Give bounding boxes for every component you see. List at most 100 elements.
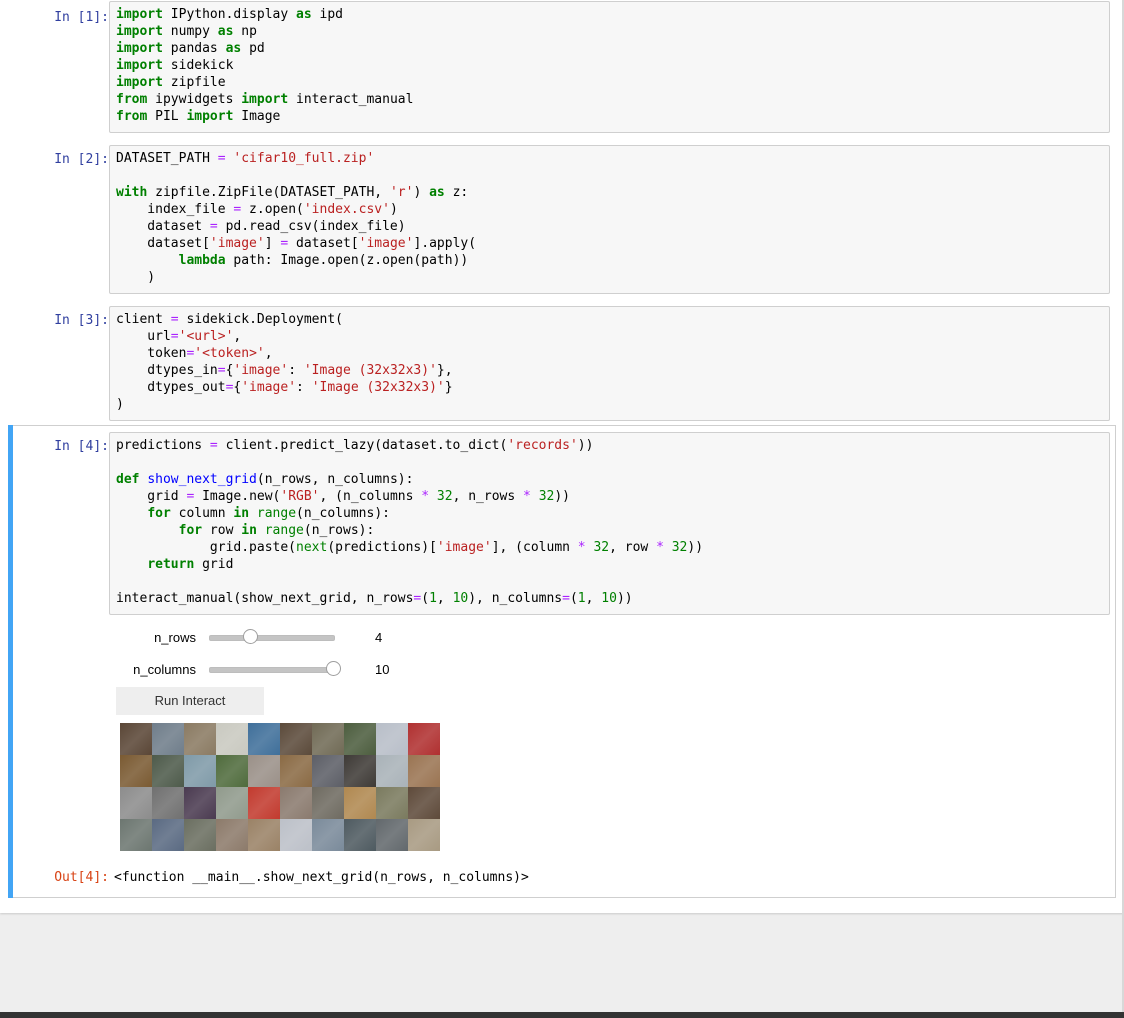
code-token: 'image' [241,380,297,395]
code-editor[interactable]: DATASET_PATH = 'cifar10_full.zip' with z… [109,145,1110,294]
image-tile [312,819,344,851]
image-tile [248,787,280,819]
code-text: DATASET_PATH = 'cifar10_full.zip' with z… [116,151,477,285]
code-token: 'image' [233,363,289,378]
run-interact-button[interactable]: Run Interact [116,687,264,715]
code-text: predictions = client.predict_lazy(datase… [116,438,704,606]
image-tile [216,755,248,787]
image-tile [376,819,408,851]
code-editor[interactable]: import IPython.display as ipd import num… [109,1,1110,133]
image-tile [408,723,440,755]
n-rows-slider-handle[interactable] [243,629,259,644]
image-tile [216,723,248,755]
n-rows-label: n_rows [154,630,196,645]
n-rows-slider-track[interactable] [209,635,335,641]
code-token: * [656,540,664,555]
code-cell-4[interactable]: In [4]: predictions = client.predict_laz… [8,425,1116,898]
code-token: def [116,472,140,487]
image-tile [280,755,312,787]
image-tile [184,787,216,819]
image-tile [280,723,312,755]
prediction-image-grid [120,723,440,851]
input-prompt: In [1]: [54,10,109,25]
code-token: 1 [429,591,437,606]
image-tile [408,819,440,851]
input-prompt: In [4]: [54,439,109,454]
code-token: = [170,329,179,344]
image-tile [280,819,312,851]
code-token: = [280,236,289,251]
image-tile [216,787,248,819]
code-text: import IPython.display as ipd import num… [116,7,414,124]
taskbar [0,1012,1124,1018]
code-token: 'image' [358,236,414,251]
code-token: 10 [601,591,617,606]
code-editor[interactable]: predictions = client.predict_lazy(datase… [109,432,1110,615]
n-columns-value: 10 [375,662,390,677]
code-token: from [116,92,148,107]
notebook: In [1]: import IPython.display as ipd im… [0,0,1124,913]
code-token: '<url>' [178,329,234,344]
code-token: show_next_grid [147,472,257,487]
image-tile [376,787,408,819]
image-tile [344,819,376,851]
code-token: range [264,523,304,538]
image-tile [120,755,152,787]
image-tile [344,787,376,819]
image-tile [152,723,184,755]
code-token: import [241,92,289,107]
image-tile [120,819,152,851]
code-token: import [116,75,163,90]
code-token: 32 [593,540,610,555]
image-tile [184,723,216,755]
code-token: 'RGB' [280,489,320,504]
n-rows-value: 4 [375,630,383,645]
code-token: = [225,380,234,395]
code-token: = [170,312,179,327]
image-tile [248,819,280,851]
n-columns-slider-handle[interactable] [326,661,341,676]
code-token: 'image' [209,236,265,251]
code-token: lambda [178,253,226,268]
code-token: = [413,591,422,606]
code-token: * [523,489,531,504]
n-columns-slider-track[interactable] [209,667,335,673]
input-prompt: In [3]: [54,313,109,328]
n-rows-slider-row: n_rows 4 [109,626,509,650]
code-token: as [225,41,242,56]
image-tile [152,787,184,819]
image-tile [312,787,344,819]
code-token: as [429,185,445,200]
code-token: with [116,185,148,200]
code-text: client = sidekick.Deployment( url='<url>… [116,312,453,412]
image-tile [344,723,376,755]
code-cell-1[interactable]: In [1]: import IPython.display as ipd im… [8,0,1116,133]
code-token: as [296,7,312,22]
code-token: import [116,41,163,56]
image-tile [152,819,184,851]
image-tile [120,723,152,755]
code-token: = [562,591,570,606]
code-token: 'cifar10_full.zip' [233,151,375,166]
code-token: 10 [452,591,469,606]
code-token: 'r' [389,185,414,200]
code-token: return [147,557,195,572]
code-editor[interactable]: client = sidekick.Deployment( url='<url>… [109,306,1110,421]
image-tile [376,723,408,755]
code-token: 1 [577,591,586,606]
code-cell-3[interactable]: In [3]: client = sidekick.Deployment( ur… [8,305,1116,421]
image-tile [248,755,280,787]
image-tile [312,755,344,787]
image-tile [216,819,248,851]
code-token: 'Image (32x32x3)' [311,380,445,395]
code-token: 32 [436,489,453,504]
code-cell-2[interactable]: In [2]: DATASET_PATH = 'cifar10_full.zip… [8,144,1116,294]
n-columns-label: n_columns [133,662,196,677]
code-token: for [178,523,203,538]
n-columns-slider-row: n_columns 10 [109,658,509,682]
code-token: = [209,219,218,234]
code-token: 32 [538,489,555,504]
code-token: = [217,363,226,378]
image-tile [344,755,376,787]
image-tile [184,755,216,787]
